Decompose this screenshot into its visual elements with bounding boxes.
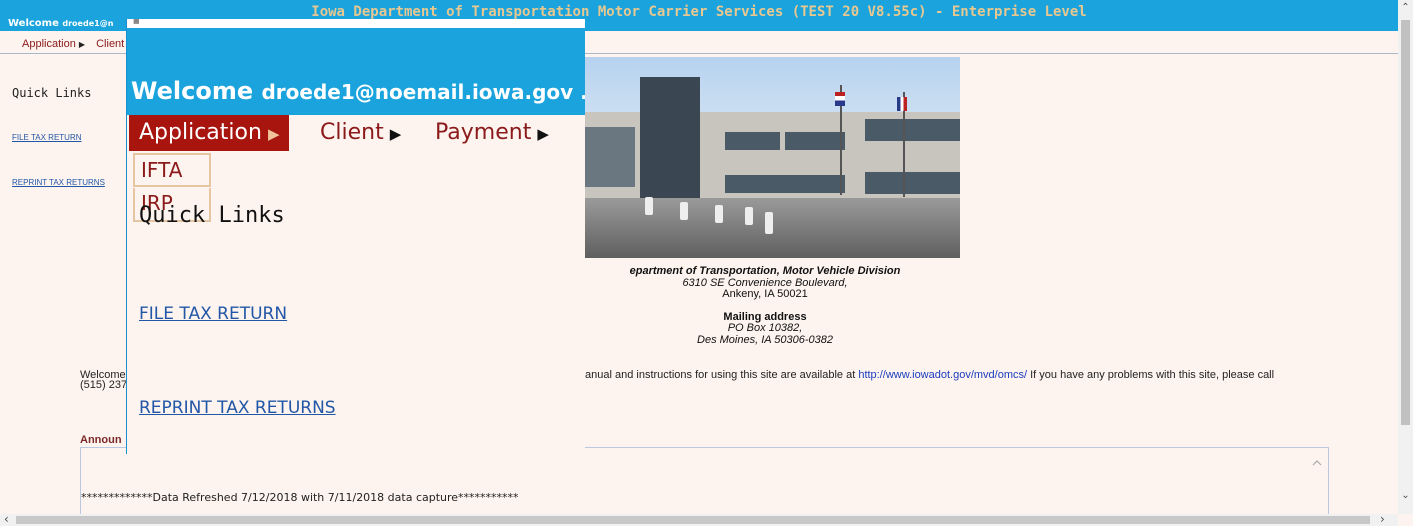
horizontal-scrollbar[interactable]: ‹ › [0,512,1398,526]
menu-bar: Application ▶ Client [0,38,124,52]
page: Iowa Department of Transportation Motor … [0,0,1413,526]
caret-right-icon: ▶ [389,125,402,143]
caret-right-icon: ▶ [78,40,86,49]
photo-window [725,132,780,150]
photo-window [865,172,960,194]
announcements-label: Announ [80,434,122,446]
page-title: Iowa Department of Transportation Motor … [311,4,1087,20]
zoom-overlay: ■ Welcome droede1@noemail.iowa.gov . App… [126,19,585,454]
scroll-left-arrow-icon[interactable]: ‹ [4,512,9,526]
photo-window [865,119,960,141]
caret-right-icon: ▶ [267,125,280,143]
submenu-ifta[interactable]: IFTA [133,153,211,187]
photo-window [725,175,845,193]
photo-bollard [765,212,773,234]
zoom-menu-client[interactable]: Client ▶ [320,115,401,151]
zoom-file-tax-return-link[interactable]: FILE TAX RETURN [139,304,287,324]
photo-window [785,132,845,150]
scroll-up-arrow-icon[interactable]: ⌃ [1398,2,1413,13]
zoom-menu-payment[interactable]: Payment ▶ [435,115,549,151]
org-name: epartment of Transportation, Motor Vehic… [629,265,901,277]
photo-glass-tower [640,77,700,207]
announcements-box[interactable]: *************Data Refreshed 7/12/2018 wi… [80,447,1329,519]
zoom-quick-links-title: Quick Links [139,203,285,228]
zoom-window-bar: ■ [127,19,585,28]
vertical-scroll-thumb[interactable] [1401,20,1410,425]
zoom-menu-bar: Application ▶ Client ▶ Payment ▶ [127,115,585,151]
zoom-window-dot-icon: ■ [133,19,140,25]
scroll-up-icon[interactable] [1312,458,1322,468]
welcome-email: droede1@n [62,19,114,28]
photo-bollard [645,197,653,215]
po-city: Des Moines, IA 50306-0382 [697,333,833,346]
announcement-text: *************Data Refreshed 7/12/2018 wi… [81,491,519,504]
welcome-text-right: anual and instructions for using this si… [585,369,1275,381]
photo-bollard [745,207,753,225]
omcs-link[interactable]: http://www.iowadot.gov/mvd/omcs/ [858,369,1027,381]
horizontal-scroll-thumb[interactable] [16,516,1370,524]
address-block: epartment of Transportation, Motor Vehic… [580,265,950,346]
zoom-reprint-tax-returns-link[interactable]: REPRINT TAX RETURNS [139,398,336,418]
city-address: Ankeny, IA 50021 [722,288,808,300]
zoom-welcome-label: Welcome [131,77,254,105]
us-flag [835,92,845,106]
phone-number: (515) 237 [80,379,128,391]
iowa-flag [897,97,907,111]
quick-links-title: Quick Links [12,86,92,100]
file-tax-return-link[interactable]: FILE TAX RETURN [12,133,82,142]
photo-bollard [715,205,723,223]
scroll-down-arrow-icon[interactable]: ⌄ [1398,490,1413,501]
zoom-welcome: Welcome droede1@noemail.iowa.gov . [131,77,585,105]
reprint-tax-returns-link[interactable]: REPRINT TAX RETURNS [12,178,105,187]
vertical-scrollbar[interactable]: ⌃ ⌄ [1398,0,1413,514]
dot-building-photo [585,57,960,258]
zoom-menu-application[interactable]: Application ▶ [129,115,290,151]
scroll-right-arrow-icon[interactable]: › [1380,512,1385,526]
caret-right-icon: ▶ [537,125,549,143]
menu-client[interactable]: Client [96,38,124,50]
po-box: PO Box 10382, [727,322,803,334]
zoom-welcome-email: droede1@noemail.iowa.gov . [261,80,585,104]
welcome-banner-small: Welcome droede1@n [8,18,113,29]
zoom-header: Welcome droede1@noemail.iowa.gov . [127,28,585,115]
welcome-label: Welcome [8,18,59,29]
photo-glass-left [585,127,635,187]
photo-bollard [680,202,688,220]
menu-application[interactable]: Application ▶ [11,38,85,50]
